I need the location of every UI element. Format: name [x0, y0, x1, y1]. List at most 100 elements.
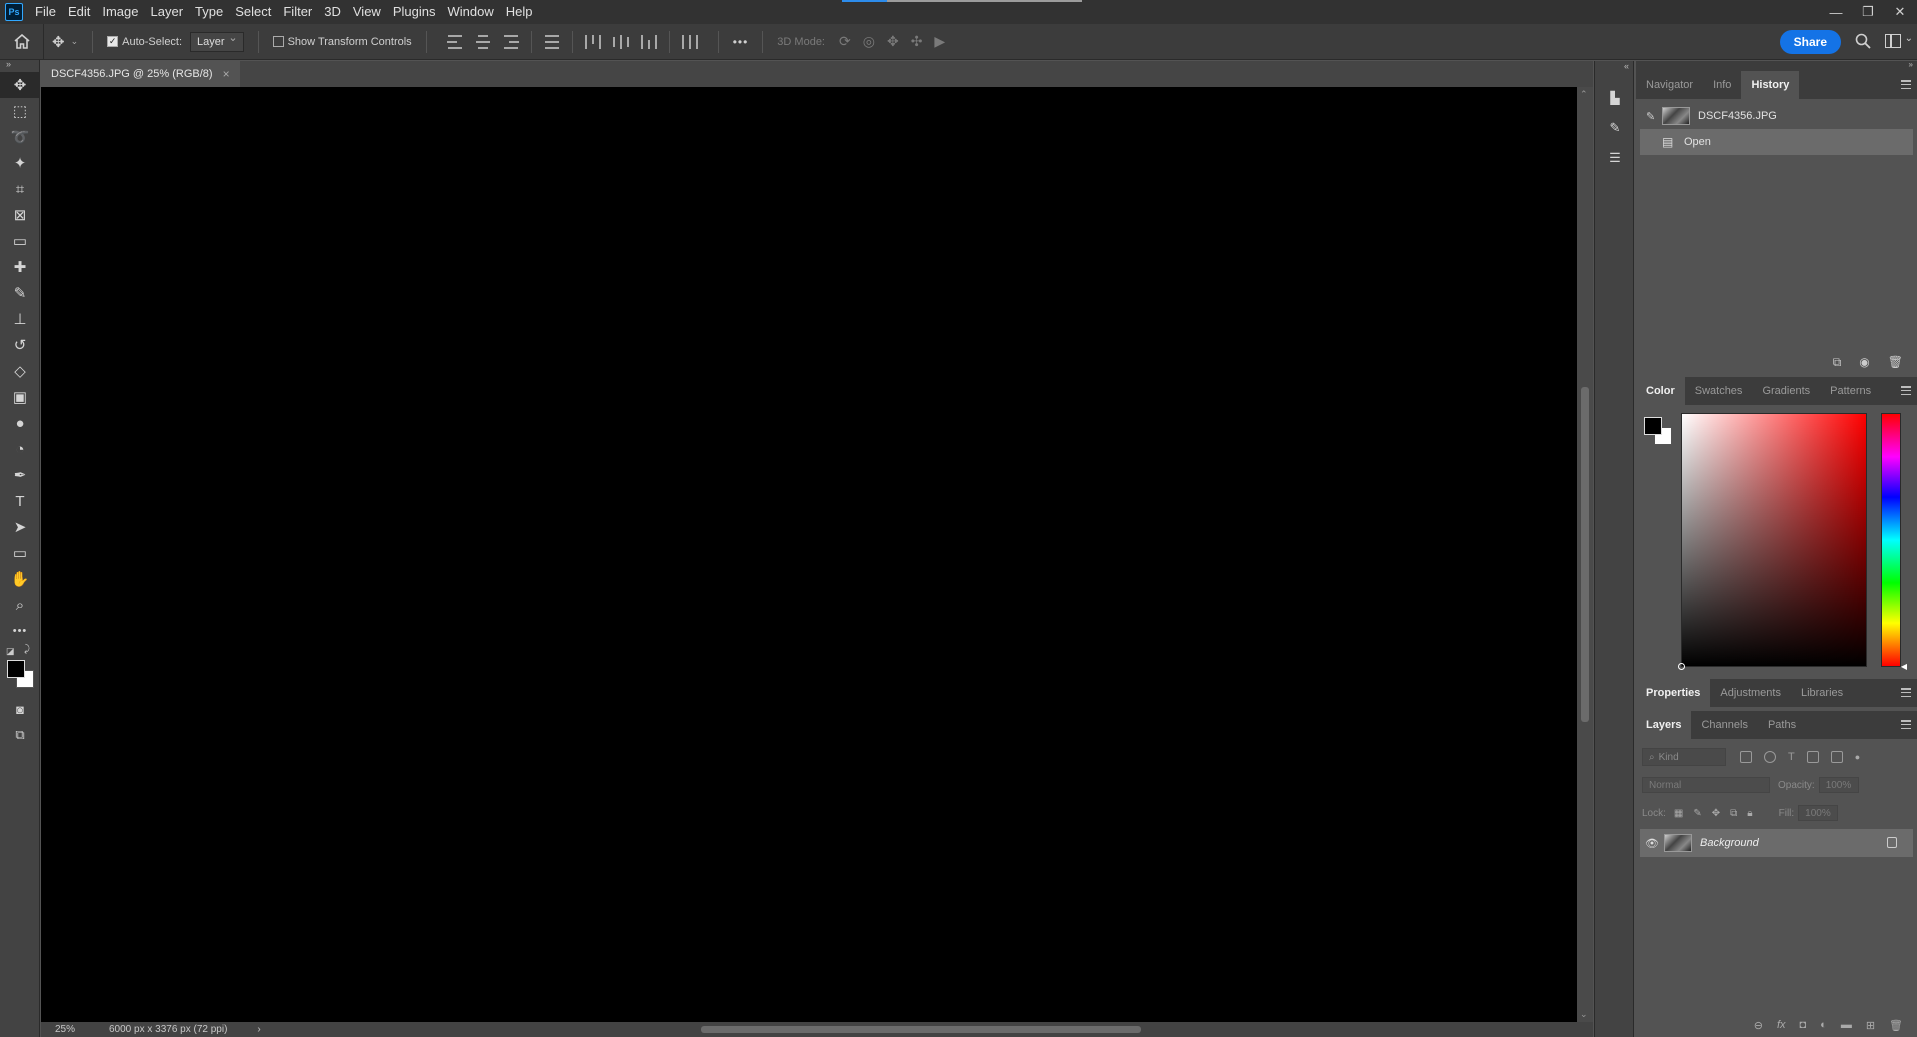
move-tool[interactable]: ✥: [0, 72, 40, 98]
menu-edit[interactable]: Edit: [62, 0, 96, 24]
lasso-tool[interactable]: ➰: [0, 124, 40, 150]
status-menu-arrow[interactable]: ›: [257, 1024, 260, 1035]
align-right-edges-icon[interactable]: [503, 34, 519, 49]
eraser-tool[interactable]: ◇: [0, 358, 40, 384]
document-tab[interactable]: DSCF4356.JPG @ 25% (RGB/8) ×: [41, 61, 240, 87]
shape-layer-filter-icon[interactable]: [1806, 751, 1819, 763]
layer-name[interactable]: Background: [1700, 837, 1759, 849]
zoom-tool[interactable]: ⌕: [0, 592, 40, 618]
ruler-tool[interactable]: ▭: [0, 228, 40, 254]
panel-menu-icon[interactable]: [1901, 80, 1911, 89]
history-snapshot[interactable]: ✎ DSCF4356.JPG: [1640, 103, 1913, 129]
dodge-tool[interactable]: ◔: [0, 436, 40, 462]
menu-filter[interactable]: Filter: [277, 0, 318, 24]
tab-navigator[interactable]: Navigator: [1636, 71, 1703, 99]
horizontal-scroll-thumb[interactable]: [701, 1026, 1141, 1033]
document-canvas[interactable]: [41, 87, 1577, 1022]
show-transform-controls-checkbox[interactable]: [272, 36, 284, 47]
link-layers-icon[interactable]: ⊖: [1754, 1019, 1763, 1032]
fx-icon[interactable]: fx: [1777, 1019, 1786, 1031]
hue-slider[interactable]: ◀: [1881, 413, 1907, 671]
distribute-vertically-icon[interactable]: [544, 34, 560, 49]
new-group-icon[interactable]: ▬: [1841, 1019, 1852, 1031]
layer-row-background[interactable]: 👁︎ Background: [1640, 829, 1913, 857]
menu-file[interactable]: File: [29, 0, 62, 24]
lock-all-icon[interactable]: 🔒︎: [1747, 808, 1752, 819]
new-document-from-state-icon[interactable]: ⧉: [1833, 355, 1842, 370]
more-options-button[interactable]: •••: [725, 24, 757, 60]
home-button[interactable]: [0, 23, 44, 60]
zoom-level[interactable]: 25%: [41, 1024, 91, 1035]
swap-colors-icon[interactable]: ⤸: [24, 644, 30, 655]
blur-tool[interactable]: ●: [0, 410, 40, 436]
close-window-button[interactable]: ✕: [1891, 4, 1909, 20]
scroll-down-icon[interactable]: ⌄: [1580, 1009, 1588, 1020]
layer-kind-filter[interactable]: ⌕ Kind: [1642, 748, 1726, 766]
panel-menu-icon[interactable]: [1901, 720, 1911, 729]
menu-plugins[interactable]: Plugins: [387, 0, 442, 24]
lock-transparent-pixels-icon[interactable]: ▦: [1674, 808, 1683, 819]
brush-tool[interactable]: ✎: [0, 280, 40, 306]
fill-field[interactable]: 100%: [1798, 805, 1839, 821]
restore-button[interactable]: ❐: [1859, 4, 1877, 20]
tool-preset-picker[interactable]: ✥ ⌄: [44, 24, 86, 60]
history-brush-tool[interactable]: ↺: [0, 332, 40, 358]
tab-properties[interactable]: Properties: [1636, 679, 1711, 707]
type-tool[interactable]: T: [0, 488, 40, 514]
tab-gradients[interactable]: Gradients: [1752, 377, 1820, 405]
workspace-icon[interactable]: [1885, 34, 1901, 48]
pen-tool[interactable]: ✒: [0, 462, 40, 488]
minimize-button[interactable]: —: [1827, 5, 1845, 20]
lock-position-icon[interactable]: ✥: [1712, 808, 1720, 819]
menu-help[interactable]: Help: [500, 0, 539, 24]
new-layer-icon[interactable]: ⊞: [1866, 1019, 1875, 1032]
rectangle-tool[interactable]: ▭: [0, 540, 40, 566]
menu-type[interactable]: Type: [189, 0, 229, 24]
tab-color[interactable]: Color: [1636, 377, 1685, 405]
add-mask-icon[interactable]: ◘: [1800, 1019, 1807, 1031]
collapse-panels-icon[interactable]: «: [1595, 61, 1633, 83]
brush-settings-panel-button[interactable]: ✎: [1595, 113, 1635, 143]
new-adjustment-layer-icon[interactable]: ◐: [1820, 1019, 1827, 1031]
tab-adjustments[interactable]: Adjustments: [1710, 679, 1791, 707]
trash-icon[interactable]: 🗑: [1889, 1019, 1903, 1032]
align-left-edges-icon[interactable]: [446, 34, 463, 49]
expand-panels-icon[interactable]: »: [1636, 61, 1917, 71]
tab-paths[interactable]: Paths: [1758, 711, 1806, 739]
align-bottom-edges-icon[interactable]: [640, 34, 657, 49]
panel-menu-icon[interactable]: [1901, 688, 1911, 697]
hand-tool[interactable]: ✋: [0, 566, 40, 592]
tab-layers[interactable]: Layers: [1636, 711, 1692, 739]
foreground-color-swatch[interactable]: [7, 660, 25, 678]
camera-icon[interactable]: ◉: [1859, 355, 1869, 369]
trash-icon[interactable]: 🗑: [1888, 355, 1903, 369]
clone-stamp-tool[interactable]: ⊥: [0, 306, 40, 332]
share-button[interactable]: Share: [1779, 30, 1841, 54]
panel-menu-icon[interactable]: [1901, 386, 1911, 395]
lock-artboard-icon[interactable]: ⧉: [1730, 808, 1737, 819]
menu-view[interactable]: View: [347, 0, 387, 24]
menu-window[interactable]: Window: [441, 0, 499, 24]
lock-icon[interactable]: [1887, 837, 1897, 848]
frame-tool[interactable]: ⊠: [0, 202, 40, 228]
align-horizontal-centers-icon[interactable]: [475, 34, 491, 49]
menu-layer[interactable]: Layer: [145, 0, 190, 24]
tab-swatches[interactable]: Swatches: [1685, 377, 1753, 405]
path-selection-tool[interactable]: ➤: [0, 514, 40, 540]
auto-select-checkbox[interactable]: ✓: [107, 36, 119, 47]
menu-image[interactable]: Image: [96, 0, 144, 24]
auto-select-target-dropdown[interactable]: Layer: [190, 31, 244, 52]
marquee-tool[interactable]: ⬚: [0, 98, 40, 124]
color-panel-foreground-swatch[interactable]: [1644, 417, 1662, 435]
collapse-toolbar-icon[interactable]: »: [0, 60, 39, 72]
lock-image-pixels-icon[interactable]: ✎: [1693, 808, 1701, 819]
tab-info[interactable]: Info: [1703, 71, 1741, 99]
scroll-up-icon[interactable]: ⌃: [1580, 89, 1588, 100]
close-document-icon[interactable]: ×: [223, 67, 230, 81]
pixel-layer-filter-icon[interactable]: [1740, 751, 1752, 763]
history-state-item[interactable]: ▤ Open: [1640, 129, 1913, 155]
align-top-edges-icon[interactable]: [584, 34, 601, 49]
tab-history[interactable]: History: [1741, 71, 1800, 99]
menu-select[interactable]: Select: [229, 0, 277, 24]
tab-libraries[interactable]: Libraries: [1791, 679, 1853, 707]
